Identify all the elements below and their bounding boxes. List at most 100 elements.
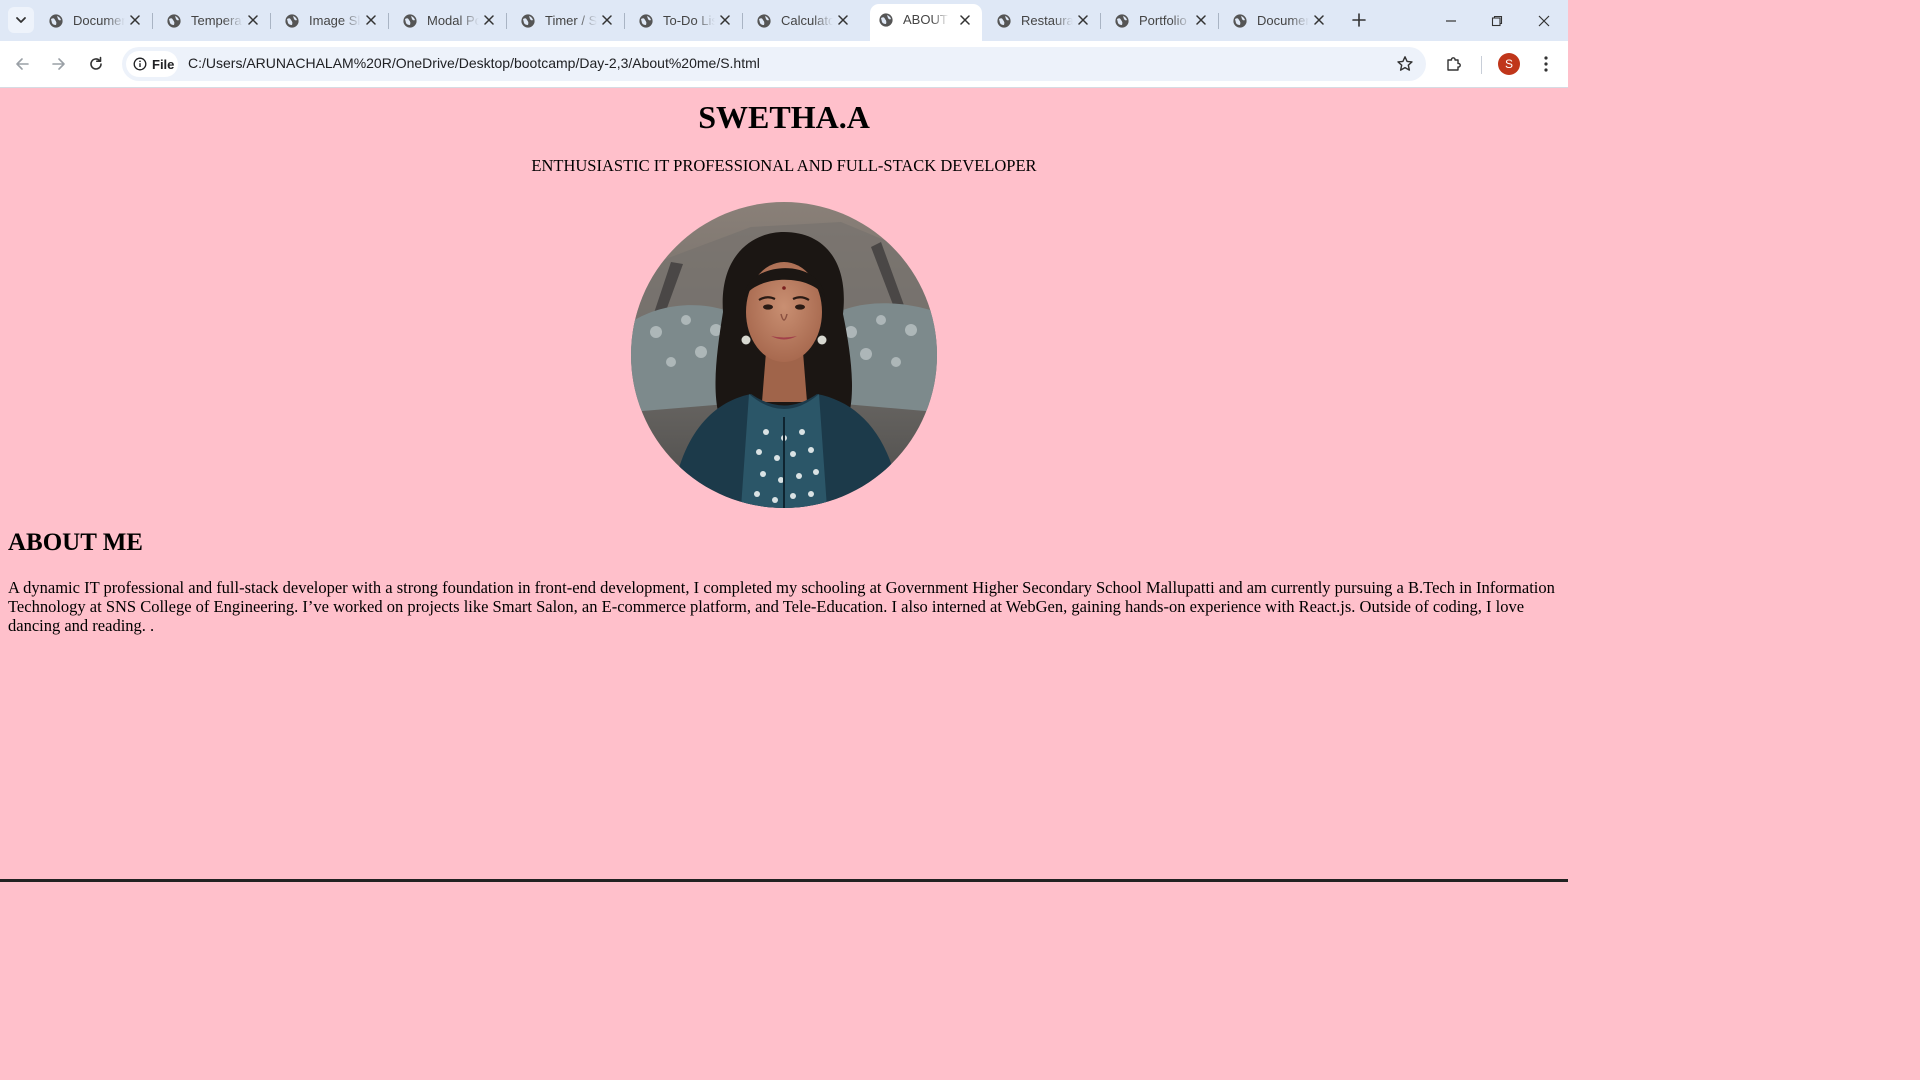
globe-icon — [997, 13, 1011, 28]
globe-icon — [49, 13, 63, 28]
tab-title: ABOUT ME — [903, 12, 949, 27]
tab-separator — [742, 13, 743, 29]
tab-strip: Document Temperature Converter Image Slide… — [0, 0, 1568, 41]
tab[interactable]: Timer / Stopwatch — [512, 6, 625, 35]
globe-icon — [1115, 13, 1129, 28]
globe-icon — [639, 13, 653, 28]
close-icon — [366, 15, 376, 25]
tab-separator — [624, 13, 625, 29]
page-title: SWETHA.A — [698, 99, 870, 135]
chevron-down-icon — [16, 17, 26, 23]
tab[interactable]: Calculator — [748, 6, 860, 35]
profile-avatar[interactable]: S — [1498, 53, 1520, 75]
restore-icon — [1491, 15, 1503, 26]
browser-menu-button[interactable] — [1535, 53, 1557, 75]
tab-close-button[interactable] — [246, 13, 260, 27]
close-icon — [248, 15, 258, 25]
close-icon — [602, 15, 612, 25]
close-icon — [720, 15, 730, 25]
info-icon — [133, 57, 147, 71]
more-vertical-icon — [1544, 56, 1548, 72]
globe-icon — [757, 13, 771, 28]
close-icon — [484, 15, 494, 25]
url-text[interactable]: C:/Users/ARUNACHALAM%20R/OneDrive/Deskto… — [188, 55, 760, 71]
tab-title: Restaurant — [1021, 13, 1073, 28]
close-icon — [1078, 15, 1088, 25]
tab-separator — [388, 13, 389, 29]
close-icon — [1538, 15, 1550, 26]
site-scheme-label: File — [152, 56, 175, 72]
close-icon — [960, 15, 970, 25]
tab-close-button[interactable] — [1194, 13, 1208, 27]
globe-icon — [285, 13, 299, 28]
close-icon — [130, 15, 140, 25]
minimize-icon — [1446, 19, 1456, 22]
reload-icon — [90, 56, 102, 70]
about-heading: ABOUT ME — [8, 529, 143, 556]
tab-title: Modal Popup — [427, 13, 479, 28]
puzzle-icon — [1447, 57, 1461, 71]
tab-title: Document — [1257, 13, 1309, 28]
tab-title: Portfolio — [1139, 13, 1187, 28]
restore-button[interactable] — [1474, 0, 1520, 41]
toolbar-divider — [1481, 56, 1482, 74]
tab-close-button[interactable] — [958, 13, 972, 27]
globe-icon — [1233, 13, 1247, 28]
tagline: ENTHUSIASTIC IT PROFESSIONAL AND FULL-ST… — [531, 156, 1037, 175]
profile-photo — [631, 202, 937, 508]
globe-icon — [403, 13, 417, 28]
tab-title: Calculator — [781, 13, 833, 28]
tab[interactable]: Document — [1224, 6, 1336, 35]
tab-separator — [1100, 13, 1101, 29]
globe-icon — [521, 13, 535, 28]
reload-button[interactable] — [83, 51, 109, 77]
close-icon — [838, 15, 848, 25]
tab[interactable]: Restaurant — [988, 6, 1101, 35]
tab[interactable]: To-Do List — [630, 6, 743, 35]
window-bottom-edge — [0, 879, 1568, 882]
tab-close-button[interactable] — [600, 13, 614, 27]
tab[interactable]: Image Slider — [276, 6, 389, 35]
tab[interactable]: Modal Popup — [394, 6, 507, 35]
browser-toolbar: File C:/Users/ARUNACHALAM%20R/OneDrive/D… — [0, 41, 1568, 88]
back-arrow-icon — [16, 58, 29, 70]
tab-close-button[interactable] — [718, 13, 732, 27]
about-paragraph: A dynamic IT professional and full-stack… — [8, 578, 1555, 635]
globe-icon — [167, 13, 181, 28]
tab-separator — [270, 13, 271, 29]
tab-close-button[interactable] — [128, 13, 142, 27]
tab-separator — [506, 13, 507, 29]
bookmark-star-icon[interactable] — [1396, 55, 1414, 73]
site-info-button[interactable]: File — [126, 51, 178, 77]
tab-separator — [1218, 13, 1219, 29]
back-button[interactable] — [9, 51, 35, 77]
page-content: SWETHA.A ENTHUSIASTIC IT PROFESSIONAL AN… — [0, 88, 1568, 880]
tab[interactable]: Temperature Converter — [158, 6, 271, 35]
close-icon — [1196, 15, 1206, 25]
tab-close-button[interactable] — [482, 13, 496, 27]
tab[interactable]: Portfolio — [1106, 6, 1219, 35]
extensions-button[interactable] — [1443, 53, 1465, 75]
close-icon — [1314, 15, 1324, 25]
forward-arrow-icon — [52, 58, 65, 70]
tab[interactable]: Document — [40, 6, 153, 35]
tab-close-button[interactable] — [364, 13, 378, 27]
close-window-button[interactable] — [1521, 0, 1567, 41]
tab-close-button[interactable] — [836, 13, 850, 27]
plus-icon — [1352, 13, 1366, 27]
tab-title: To-Do List — [663, 13, 715, 28]
tab-close-button[interactable] — [1312, 13, 1326, 27]
tab-active[interactable]: ABOUT ME — [870, 4, 982, 41]
minimize-button[interactable] — [1428, 0, 1474, 41]
tab-title: Document — [73, 13, 125, 28]
tab-title: Image Slider — [309, 13, 361, 28]
new-tab-button[interactable] — [1348, 9, 1370, 31]
tab-separator — [152, 13, 153, 29]
forward-button[interactable] — [46, 51, 72, 77]
tab-close-button[interactable] — [1076, 13, 1090, 27]
tab-title: Timer / Stopwatch — [545, 13, 597, 28]
address-bar[interactable]: File C:/Users/ARUNACHALAM%20R/OneDrive/D… — [122, 47, 1426, 81]
tab-title: Temperature Converter — [191, 13, 243, 28]
tab-search-button[interactable] — [8, 7, 34, 33]
globe-icon — [879, 12, 893, 27]
